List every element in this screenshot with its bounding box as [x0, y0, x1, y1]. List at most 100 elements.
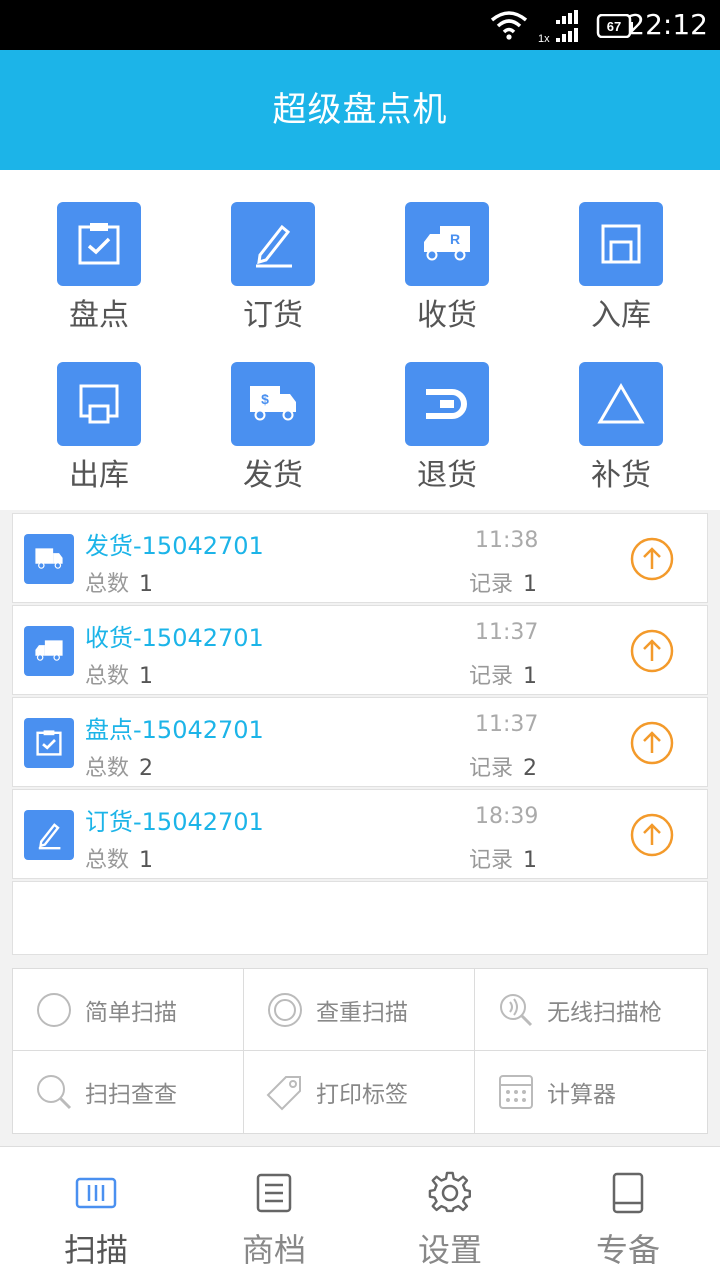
feature-stock-in[interactable]: 入库 [546, 202, 696, 342]
total-label: 总数 [85, 756, 130, 781]
record-entries: 记录 1 [469, 842, 537, 874]
tool-calculator[interactable]: 计算器 [475, 1051, 706, 1133]
stock-out-icon [79, 384, 119, 424]
tool-label: 打印标签 [316, 1082, 408, 1108]
empty-list-row [12, 881, 708, 955]
tool-label: 简单扫描 [85, 999, 177, 1026]
network-type: 1x [538, 33, 550, 44]
record-entries: 记录 1 [469, 658, 537, 690]
record-entries: 记录 2 [469, 750, 537, 782]
tool-grid: 简单扫描 查重扫描 无线扫描枪 扫扫查查 打印标签 计算器 [12, 968, 708, 1134]
receive-truck-icon: R [424, 226, 470, 261]
record-title: 订货-15042701 [85, 808, 264, 836]
total-label: 总数 [85, 848, 130, 873]
tool-simple-scan[interactable]: 简单扫描 [13, 969, 244, 1051]
feature-label: 盘点 [69, 298, 129, 333]
tab-special[interactable]: 专备 [538, 1147, 718, 1280]
tab-label: 扫描 [63, 1231, 128, 1269]
tool-label: 计算器 [547, 1082, 616, 1108]
record-item[interactable]: 订货-15042701 总数 1 18:39 记录 1 [12, 789, 708, 879]
entries-value: 1 [523, 664, 538, 689]
tool-label: 查重扫描 [316, 999, 408, 1026]
entries-label: 记录 [469, 848, 514, 873]
feature-label: 订货 [243, 298, 303, 333]
magnifier-icon [37, 1075, 72, 1110]
total-label: 总数 [85, 664, 130, 689]
feature-receive[interactable]: R 收货 [372, 202, 522, 342]
double-circle-icon [268, 992, 302, 1027]
record-list: 发货-15042701 总数 1 11:38 记录 1 收货-15042701 总数… [12, 513, 708, 955]
tab-label: 设置 [417, 1231, 482, 1269]
tool-scan-lookup[interactable]: 扫扫查查 [13, 1051, 244, 1133]
page-title: 超级盘点机 [272, 90, 448, 130]
calculator-icon [499, 1075, 533, 1109]
app-header: 超级盘点机 [0, 50, 720, 170]
tool-duplicate-scan[interactable]: 查重扫描 [244, 969, 475, 1051]
signal-icon: 1x [538, 10, 578, 44]
upload-icon[interactable] [629, 812, 675, 858]
total-label: 总数 [85, 572, 130, 597]
upload-icon[interactable] [629, 628, 675, 674]
entries-label: 记录 [469, 756, 514, 781]
feature-label: 发货 [243, 458, 303, 493]
triangle-icon [597, 383, 645, 424]
pen-order-icon [256, 224, 292, 268]
svg-text:R: R [450, 231, 460, 247]
tab-settings[interactable]: 设置 [360, 1147, 540, 1280]
total-value: 1 [139, 572, 154, 597]
feature-label: 出库 [69, 458, 129, 493]
feature-return[interactable]: 退货 [372, 362, 522, 502]
total-value: 2 [139, 756, 154, 781]
bottom-tab-bar: 扫描 商档 设置 专备 [0, 1146, 720, 1280]
record-time: 18:39 [475, 804, 539, 829]
record-entries: 记录 1 [469, 566, 537, 598]
feature-stock-out[interactable]: 出库 [24, 362, 174, 502]
record-total: 总数 1 [85, 658, 153, 690]
tab-scan[interactable]: 扫描 [6, 1147, 186, 1280]
tab-label: 专备 [595, 1231, 660, 1269]
battery-level: 67 [607, 19, 621, 34]
entries-value: 2 [523, 756, 538, 781]
record-time: 11:37 [475, 712, 539, 737]
ship-truck-icon: $ [250, 386, 296, 421]
status-bar: 1x 67 22:12 [0, 0, 720, 50]
feature-order[interactable]: 订货 [198, 202, 348, 342]
record-title: 盘点-15042701 [85, 716, 264, 744]
ship-truck-icon [35, 548, 63, 569]
entries-value: 1 [523, 572, 538, 597]
pen-order-icon [38, 823, 61, 850]
record-item[interactable]: 盘点-15042701 总数 2 11:37 记录 2 [12, 697, 708, 787]
feature-inventory[interactable]: 盘点 [24, 202, 174, 342]
inventory-check-icon [78, 223, 120, 265]
record-total: 总数 1 [85, 842, 153, 874]
record-item[interactable]: 发货-15042701 总数 1 11:38 记录 1 [12, 513, 708, 603]
upload-icon[interactable] [629, 536, 675, 582]
record-total: 总数 2 [85, 750, 153, 782]
total-value: 1 [139, 848, 154, 873]
record-total: 总数 1 [85, 566, 153, 598]
record-item[interactable]: 收货-15042701 总数 1 11:37 记录 1 [12, 605, 708, 695]
circle-icon [37, 992, 71, 1027]
feature-replenish[interactable]: 补货 [546, 362, 696, 502]
total-value: 1 [139, 664, 154, 689]
feature-label: 退货 [417, 458, 477, 493]
feature-grid: 盘点 订货 R 收货 入库 出库 $ 发货 退货 补货 [0, 170, 720, 510]
feature-label: 入库 [591, 298, 651, 333]
return-icon [426, 389, 467, 419]
tool-label: 无线扫描枪 [547, 999, 662, 1026]
tag-icon [266, 1076, 301, 1111]
tab-products[interactable]: 商档 [184, 1147, 364, 1280]
feature-label: 补货 [591, 458, 651, 493]
tool-wireless-scanner[interactable]: 无线扫描枪 [475, 969, 706, 1051]
upload-icon[interactable] [629, 720, 675, 766]
clock: 22:12 [627, 8, 708, 41]
record-time: 11:37 [475, 620, 539, 645]
inventory-check-icon [36, 730, 62, 756]
tool-print-label[interactable]: 打印标签 [244, 1051, 475, 1133]
svg-text:$: $ [261, 391, 269, 407]
feature-ship[interactable]: $ 发货 [198, 362, 348, 502]
receive-truck-icon [35, 640, 63, 661]
record-time: 11:38 [475, 528, 539, 553]
barcode-icon [75, 1177, 117, 1209]
book-icon [612, 1172, 644, 1214]
